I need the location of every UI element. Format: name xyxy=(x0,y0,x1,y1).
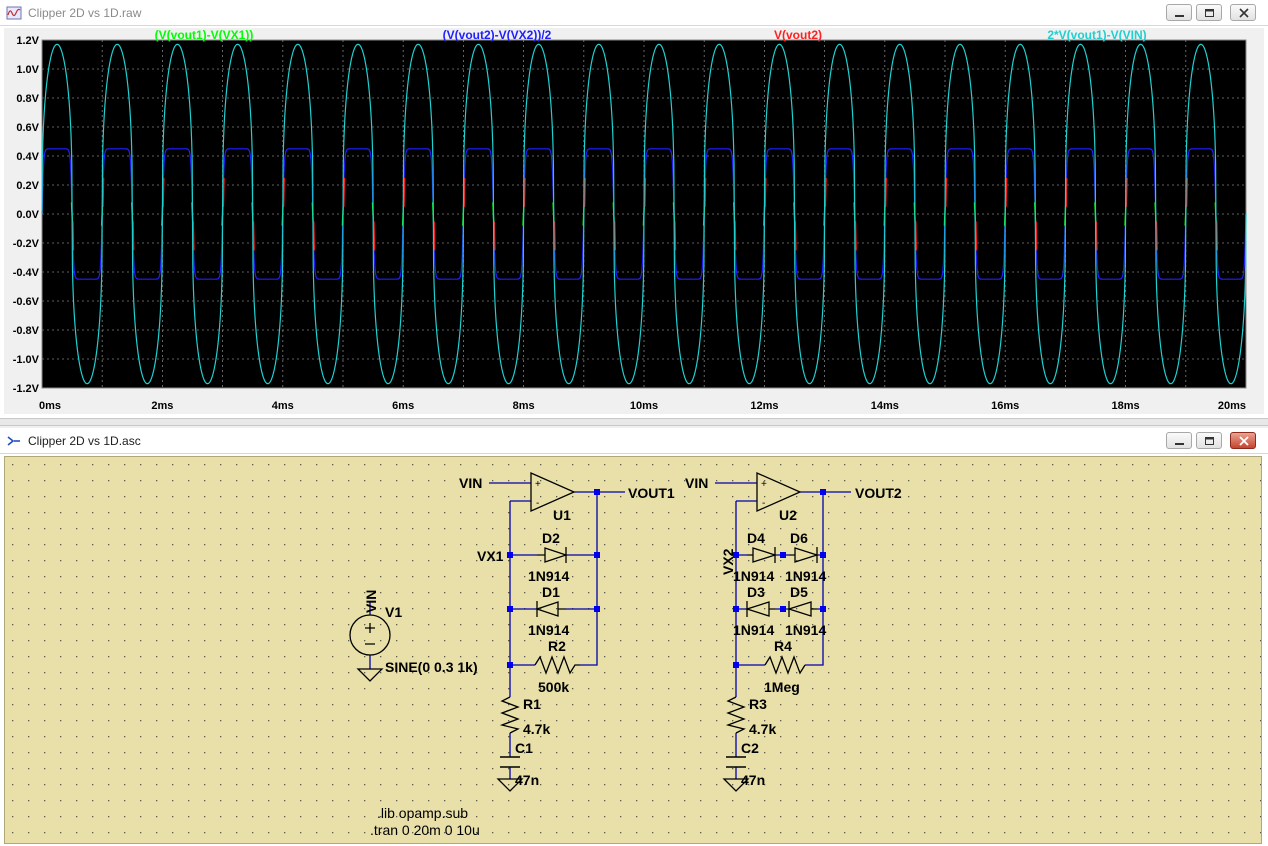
plot-window-titlebar[interactable]: Clipper 2D vs 1D.raw xyxy=(0,0,1268,26)
u1-vin-label: VIN xyxy=(459,475,482,491)
waveform-icon xyxy=(6,6,22,20)
x-tick-label: 14ms xyxy=(871,400,899,412)
v1-label: V1 xyxy=(385,604,402,620)
y-tick-label: 1.2V xyxy=(16,35,39,47)
d4-label: D4 xyxy=(747,530,765,546)
d5-label: D5 xyxy=(790,584,808,600)
schem-restore-button[interactable] xyxy=(1196,432,1222,449)
x-tick-label: 8ms xyxy=(513,400,535,412)
x-tick-label: 18ms xyxy=(1112,400,1140,412)
schematic-drawing[interactable]: + - + - VIN VIN VOUT1 VOUT2 U1 U2 VX1 VX… xyxy=(5,457,1261,843)
v1-vin-label: VIN xyxy=(363,590,379,613)
d1-label: D1 xyxy=(542,584,560,600)
vout1-label: VOUT1 xyxy=(628,485,675,501)
legend-entry[interactable]: (V(vout1)-V(VX1)) xyxy=(155,28,254,42)
y-tick-label: 0.8V xyxy=(16,93,39,105)
close-icon xyxy=(1239,8,1249,18)
y-tick-label: -0.2V xyxy=(13,238,40,250)
y-tick-label: 0.6V xyxy=(16,122,39,134)
r2-value-label: 500k xyxy=(538,679,569,695)
r3-label: R3 xyxy=(749,696,767,712)
x-tick-label: 20ms xyxy=(1218,400,1246,412)
r1-value-label: 4.7k xyxy=(523,721,550,737)
schematic-canvas[interactable]: + - + - VIN VIN VOUT1 VOUT2 U1 U2 VX1 VX… xyxy=(4,456,1262,844)
d3-label: D3 xyxy=(747,584,765,600)
vout2-label: VOUT2 xyxy=(855,485,902,501)
d4-model-label: 1N914 xyxy=(733,568,774,584)
y-tick-label: -0.4V xyxy=(13,267,40,279)
minimize-button[interactable] xyxy=(1166,4,1192,21)
y-tick-label: 0.0V xyxy=(16,209,39,221)
y-tick-label: -0.6V xyxy=(13,296,40,308)
close-button[interactable] xyxy=(1230,4,1256,21)
u2-vin-label: VIN xyxy=(685,475,708,491)
x-tick-label: 16ms xyxy=(991,400,1019,412)
y-tick-label: 0.2V xyxy=(16,180,39,192)
schematic-window-titlebar[interactable]: Clipper 2D vs 1D.asc xyxy=(0,428,1268,454)
x-tick-label: 6ms xyxy=(392,400,414,412)
schematic-window-title: Clipper 2D vs 1D.asc xyxy=(28,434,141,448)
legend-entry[interactable]: 2*V(vout1)-V(VIN) xyxy=(1047,28,1146,42)
d6-model-label: 1N914 xyxy=(785,568,826,584)
schematic-icon xyxy=(7,436,20,446)
waveform-chart[interactable]: 1.2V 1.0V 0.8V 0.6V 0.4V 0.2V 0.0V -0.2V -0.4V -0… xyxy=(4,28,1264,414)
u2-plus-sign: + xyxy=(761,479,767,490)
u1-minus-sign: - xyxy=(536,498,539,509)
r4-value-label: 1Meg xyxy=(764,679,800,695)
c1-label: C1 xyxy=(515,740,533,756)
minimize-icon xyxy=(1175,443,1184,445)
plot-area[interactable]: 1.2V 1.0V 0.8V 0.6V 0.4V 0.2V 0.0V -0.2V -0.4V -0… xyxy=(4,28,1264,414)
d2-label: D2 xyxy=(542,530,560,546)
schematic-grid xyxy=(5,457,1261,843)
c1-value-label: 47n xyxy=(515,772,539,788)
vx1-label: VX1 xyxy=(477,548,504,564)
lib-directive[interactable]: .lib opamp.sub xyxy=(377,805,468,821)
y-tick-label: 1.0V xyxy=(16,64,39,76)
x-tick-label: 12ms xyxy=(750,400,778,412)
y-tick-label: -1.2V xyxy=(13,383,40,395)
legend-entry[interactable]: V(vout2) xyxy=(774,28,822,42)
r4-label: R4 xyxy=(774,638,792,654)
x-tick-label: 0ms xyxy=(39,400,61,412)
y-tick-label: -1.0V xyxy=(13,354,40,366)
plot-window-title: Clipper 2D vs 1D.raw xyxy=(28,6,142,20)
y-tick-label: -0.8V xyxy=(13,325,40,337)
c2-label: C2 xyxy=(741,740,759,756)
d2-model-label: 1N914 xyxy=(528,568,569,584)
u1-label: U1 xyxy=(553,507,571,523)
x-tick-label: 2ms xyxy=(151,400,173,412)
plot-window: Clipper 2D vs 1D.raw 1.2V 1.0V 0.8V 0.6V 0.4… xyxy=(0,0,1268,418)
c2-value-label: 47n xyxy=(741,772,765,788)
d3-model-label: 1N914 xyxy=(733,622,774,638)
d1-model-label: 1N914 xyxy=(528,622,569,638)
u2-minus-sign: - xyxy=(762,498,765,509)
restore-icon xyxy=(1205,9,1214,17)
x-tick-label: 4ms xyxy=(272,400,294,412)
restore-icon xyxy=(1205,437,1214,445)
tran-directive[interactable]: .tran 0 20m 0 10u xyxy=(370,822,480,838)
schem-minimize-button[interactable] xyxy=(1166,432,1192,449)
window-divider xyxy=(0,418,1268,426)
r3-value-label: 4.7k xyxy=(749,721,776,737)
r1-label: R1 xyxy=(523,696,541,712)
minimize-icon xyxy=(1175,15,1184,17)
restore-button[interactable] xyxy=(1196,4,1222,21)
legend-entry[interactable]: (V(vout2)-V(VX2))/2 xyxy=(443,28,552,42)
x-tick-label: 10ms xyxy=(630,400,658,412)
y-tick-label: 0.4V xyxy=(16,151,39,163)
d6-label: D6 xyxy=(790,530,808,546)
v1-value-label: SINE(0 0.3 1k) xyxy=(385,659,478,675)
d5-model-label: 1N914 xyxy=(785,622,826,638)
close-icon xyxy=(1239,436,1249,446)
u2-label: U2 xyxy=(779,507,797,523)
schem-close-button[interactable] xyxy=(1230,432,1256,449)
u1-plus-sign: + xyxy=(535,479,541,490)
r2-label: R2 xyxy=(548,638,566,654)
